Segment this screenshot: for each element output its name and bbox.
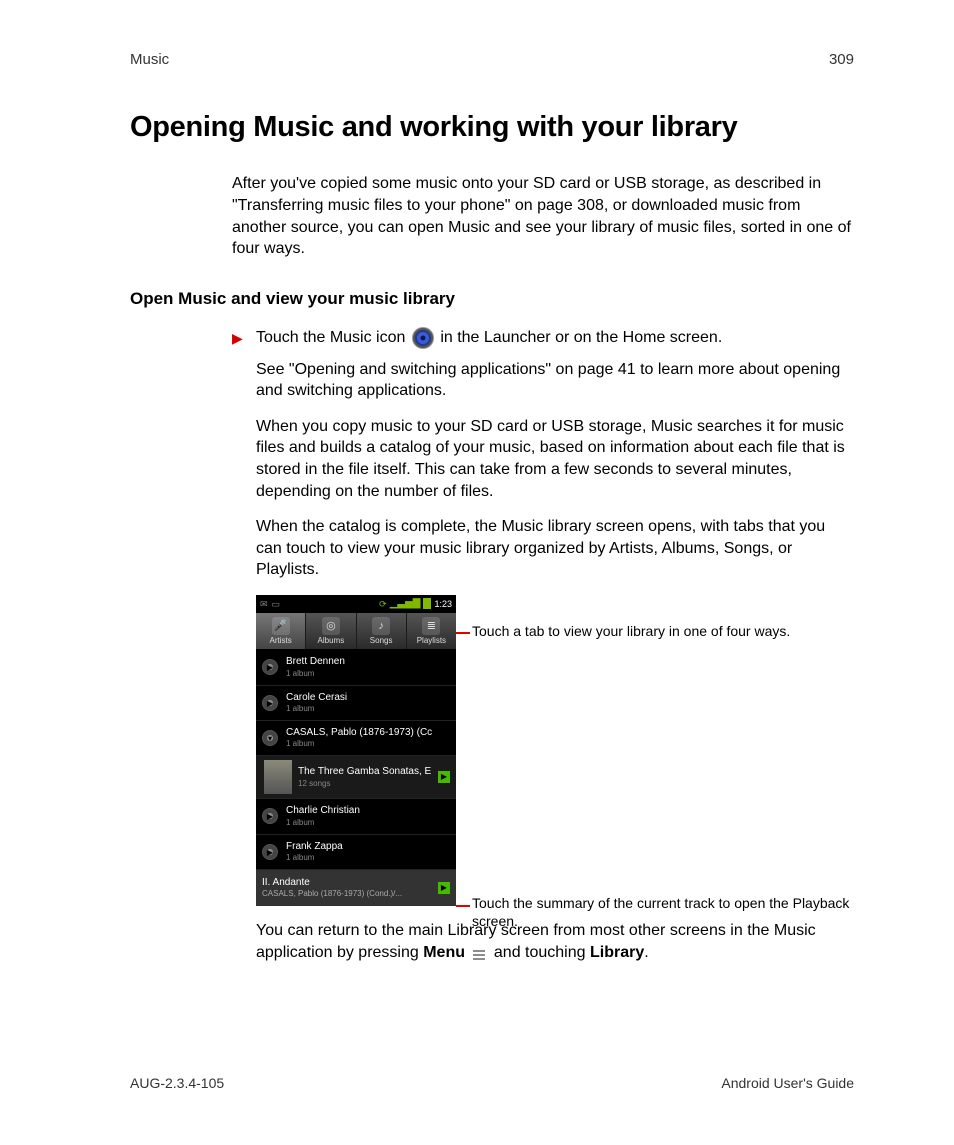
list-icon: ≣ bbox=[422, 617, 440, 635]
list-item[interactable]: ▶ Brett Dennen1 album bbox=[256, 650, 456, 685]
album-row[interactable]: The Three Gamba Sonatas, E12 songs ▶ bbox=[256, 756, 456, 799]
mic-icon: 🎤 bbox=[272, 617, 290, 635]
callout-line bbox=[456, 632, 470, 634]
now-playing-bar[interactable]: II. AndanteCASALS, Pablo (1876-1973) (Co… bbox=[256, 870, 456, 906]
footer-right: Android User's Guide bbox=[721, 1074, 854, 1093]
section-heading: Open Music and view your music library bbox=[130, 288, 854, 311]
battery-icon bbox=[423, 598, 431, 609]
list-item[interactable]: ▾ CASALS, Pablo (1876-1973) (Cc1 album bbox=[256, 721, 456, 756]
callout-line bbox=[456, 905, 470, 907]
step-text-post: in the Launcher or on the Home screen. bbox=[440, 329, 722, 346]
page-header: Music 309 bbox=[130, 50, 854, 70]
tab-playlists[interactable]: ≣Playlists bbox=[407, 613, 456, 650]
note-icon: ♪ bbox=[372, 617, 390, 635]
music-app-icon bbox=[412, 327, 434, 349]
window-icon: ▭ bbox=[272, 598, 281, 610]
header-section: Music bbox=[130, 50, 169, 70]
page-title: Opening Music and working with your libr… bbox=[130, 108, 854, 147]
tab-bar: 🎤Artists ◎Albums ♪Songs ≣Playlists bbox=[256, 613, 456, 651]
paragraph-catalog: When the catalog is complete, the Music … bbox=[256, 516, 854, 581]
phone-figure: ✉ ▭ ⟳ ▁▃▅▇ 1:23 🎤Artists ◎Albums ♪Songs ≣… bbox=[256, 595, 854, 906]
expand-icon: ▶ bbox=[262, 844, 278, 860]
expand-icon: ▶ bbox=[262, 659, 278, 675]
tab-songs[interactable]: ♪Songs bbox=[357, 613, 407, 650]
footer-left: AUG-2.3.4-105 bbox=[130, 1074, 224, 1093]
mail-icon: ✉ bbox=[260, 598, 268, 610]
status-bar: ✉ ▭ ⟳ ▁▃▅▇ 1:23 bbox=[256, 595, 456, 613]
menu-icon bbox=[472, 946, 486, 958]
play-icon[interactable]: ▶ bbox=[438, 882, 450, 894]
paragraph-see: See "Opening and switching applications"… bbox=[256, 359, 854, 402]
collapse-icon: ▾ bbox=[262, 730, 278, 746]
header-page-number: 309 bbox=[829, 50, 854, 70]
expand-icon: ▶ bbox=[262, 695, 278, 711]
bullet-icon: ▶ bbox=[232, 329, 243, 348]
disc-icon: ◎ bbox=[322, 617, 340, 635]
list-item[interactable]: ▶ Charlie Christian1 album bbox=[256, 799, 456, 834]
tab-artists[interactable]: 🎤Artists bbox=[256, 613, 306, 650]
play-icon[interactable]: ▶ bbox=[438, 771, 450, 783]
step-text-pre: Touch the Music icon bbox=[256, 329, 410, 346]
paragraph-copy: When you copy music to your SD card or U… bbox=[256, 416, 854, 502]
tab-albums[interactable]: ◎Albums bbox=[306, 613, 356, 650]
list-item[interactable]: ▶ Frank Zappa1 album bbox=[256, 835, 456, 870]
expand-icon: ▶ bbox=[262, 808, 278, 824]
intro-paragraph: After you've copied some music onto your… bbox=[232, 173, 854, 259]
page-footer: AUG-2.3.4-105 Android User's Guide bbox=[130, 1074, 854, 1093]
step-line: ▶ Touch the Music icon in the Launcher o… bbox=[256, 327, 854, 349]
phone-screenshot: ✉ ▭ ⟳ ▁▃▅▇ 1:23 🎤Artists ◎Albums ♪Songs ≣… bbox=[256, 595, 456, 906]
signal-icon: ▁▃▅▇ bbox=[390, 597, 421, 611]
callout-tabs: Touch a tab to view your library in one … bbox=[472, 622, 790, 640]
callout-nowplaying: Touch the summary of the current track t… bbox=[472, 894, 854, 930]
sync-icon: ⟳ bbox=[379, 598, 387, 610]
album-art bbox=[264, 760, 292, 794]
status-time: 1:23 bbox=[434, 598, 452, 610]
list-item[interactable]: ▶ Carole Cerasi1 album bbox=[256, 686, 456, 721]
